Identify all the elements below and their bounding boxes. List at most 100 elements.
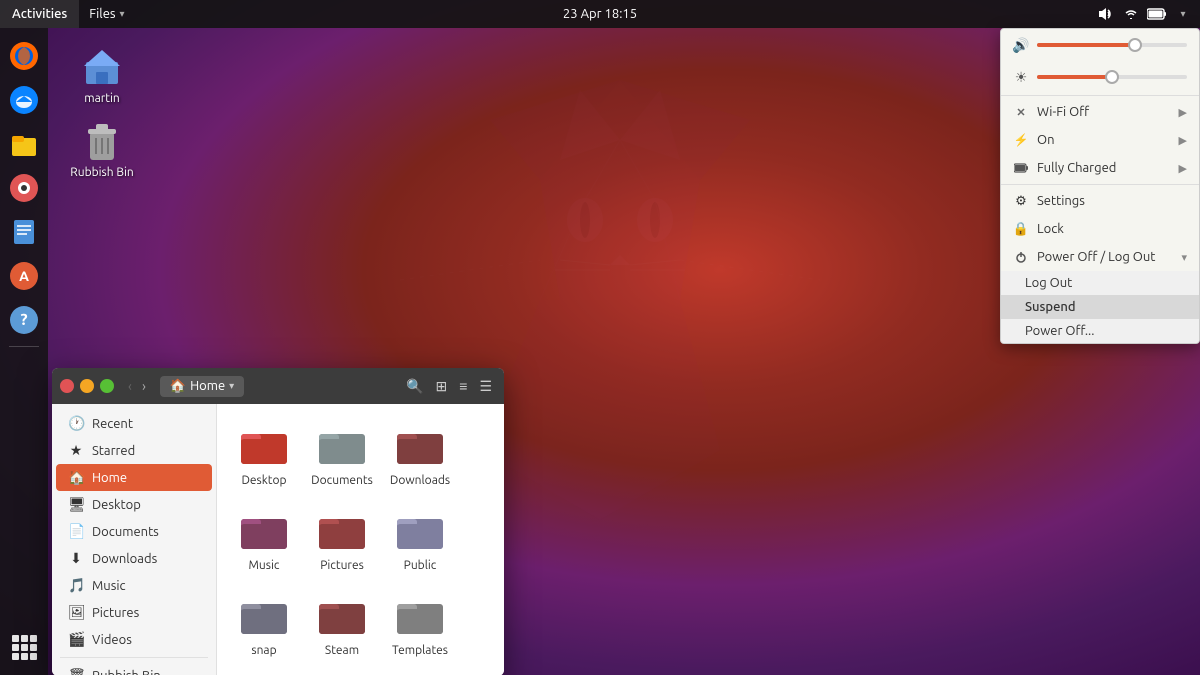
desktop-sidebar-label: Desktop: [92, 498, 141, 512]
file-content: Desktop Documents: [217, 404, 504, 675]
file-grid: Desktop Documents: [229, 416, 492, 675]
battery-menu-item[interactable]: Fully Charged ▶: [1001, 154, 1199, 182]
wifi-menu-item[interactable]: Wi-Fi Off ▶: [1001, 98, 1199, 126]
poweroff-label: Power Off...: [1025, 324, 1094, 338]
window-close-button[interactable]: ✕: [60, 379, 74, 393]
folder-desktop-label: Desktop: [241, 474, 286, 487]
volume-slider[interactable]: [1037, 43, 1187, 47]
suspend-item[interactable]: Suspend: [1001, 295, 1199, 319]
desktop-icon-trash[interactable]: Rubbish Bin: [62, 112, 142, 183]
nav-forward-button[interactable]: ›: [138, 376, 150, 396]
settings-menu-item[interactable]: ⚙ Settings: [1001, 187, 1199, 215]
volume-slider-icon: 🔊: [1013, 37, 1029, 53]
folder-documents-label: Documents: [311, 474, 373, 487]
sidebar-item-desktop[interactable]: 🖥 Desktop: [56, 491, 212, 518]
system-menu-arrow-icon[interactable]: ▾: [1172, 3, 1194, 25]
sidebar-item-home[interactable]: 🏠 Home: [56, 464, 212, 491]
dock-item-rhythmbox[interactable]: [4, 168, 44, 208]
titlebar-location[interactable]: 🏠 Home ▾: [160, 376, 244, 397]
folder-templates[interactable]: Templates: [385, 586, 455, 663]
files-label: Files: [89, 7, 115, 21]
recent-icon: 🕐: [68, 415, 84, 432]
window-maximize-button[interactable]: +: [100, 379, 114, 393]
activities-label: Activities: [12, 7, 67, 21]
folder-videos[interactable]: Videos: [229, 671, 299, 675]
search-tool-button[interactable]: 🔍: [402, 375, 427, 398]
titlebar-nav: ‹ ›: [124, 376, 150, 396]
folder-public[interactable]: Public: [385, 501, 455, 578]
folder-music-icon: [240, 507, 288, 555]
dock-item-appgrid[interactable]: [4, 627, 44, 667]
bluetooth-menu-item[interactable]: ⚡ On ▶: [1001, 126, 1199, 154]
volume-icon[interactable]: [1094, 3, 1116, 25]
folder-snap[interactable]: snap: [229, 586, 299, 663]
location-home-icon: 🏠: [170, 379, 186, 394]
topbar: Activities Files ▾ 23 Apr 18:15 ▾: [0, 0, 1200, 28]
dock-item-writer[interactable]: [4, 212, 44, 252]
home-icon-label: martin: [84, 92, 120, 105]
window-minimize-button[interactable]: −: [80, 379, 94, 393]
folder-pictures[interactable]: Pictures: [307, 501, 377, 578]
folder-documents-icon: [318, 422, 366, 470]
titlebar-tools: 🔍 ⊞ ≡ ☰: [402, 375, 496, 398]
dock: A ?: [0, 28, 48, 675]
documents-sidebar-icon: 📄: [68, 523, 84, 540]
file-manager-titlebar: ✕ − + ‹ › 🏠 Home ▾ 🔍 ⊞ ≡ ☰: [52, 368, 504, 404]
sidebar-item-downloads[interactable]: ⬇ Downloads: [56, 545, 212, 572]
power-icon: [1013, 249, 1029, 265]
folder-templates-icon: [396, 592, 444, 640]
dock-item-files[interactable]: [4, 124, 44, 164]
suspend-label: Suspend: [1025, 300, 1076, 314]
activities-button[interactable]: Activities: [0, 0, 79, 28]
files-menu-button[interactable]: Files ▾: [79, 0, 134, 28]
dock-item-appcenter[interactable]: A: [4, 256, 44, 296]
folder-desktop[interactable]: Desktop: [229, 416, 299, 493]
view-list-button[interactable]: ≡: [455, 375, 471, 397]
power-label: Power Off / Log Out: [1037, 250, 1155, 264]
folder-snap-icon: [240, 592, 288, 640]
battery-menu-icon: [1013, 160, 1029, 176]
pictures-sidebar-icon: 🖼: [68, 604, 84, 621]
battery-icon[interactable]: [1146, 3, 1168, 25]
desktop: Activities Files ▾ 23 Apr 18:15 ▾: [0, 0, 1200, 675]
brightness-slider[interactable]: [1037, 75, 1187, 79]
location-arrow-icon: ▾: [229, 380, 234, 392]
home-sidebar-label: Home: [92, 471, 127, 485]
folder-downloads[interactable]: Downloads: [385, 416, 455, 493]
sidebar-item-videos[interactable]: 🎬 Videos: [56, 626, 212, 653]
file-sidebar: 🕐 Recent ★ Starred 🏠 Home 🖥 Desktop 📄: [52, 404, 217, 675]
folder-documents[interactable]: Documents: [307, 416, 377, 493]
settings-icon: ⚙: [1013, 193, 1029, 209]
power-menu-item[interactable]: Power Off / Log Out ▾: [1001, 243, 1199, 271]
folder-music[interactable]: Music: [229, 501, 299, 578]
logout-item[interactable]: Log Out: [1001, 271, 1199, 295]
view-options-button[interactable]: ☰: [475, 375, 496, 398]
sidebar-item-pictures[interactable]: 🖼 Pictures: [56, 599, 212, 626]
power-arrow-icon: ▾: [1181, 251, 1187, 264]
folder-steam[interactable]: Steam: [307, 586, 377, 663]
svg-text:?: ?: [20, 311, 27, 329]
poweroff-item[interactable]: Power Off...: [1001, 319, 1199, 343]
sidebar-item-starred[interactable]: ★ Starred: [56, 437, 212, 464]
dock-item-help[interactable]: ?: [4, 300, 44, 340]
nav-back-button[interactable]: ‹: [124, 376, 136, 396]
desktop-icon-home[interactable]: martin: [62, 38, 142, 109]
downloads-sidebar-icon: ⬇: [68, 550, 84, 567]
sidebar-item-documents[interactable]: 📄 Documents: [56, 518, 212, 545]
sidebar-divider: [60, 657, 208, 658]
sidebar-item-recent[interactable]: 🕐 Recent: [56, 410, 212, 437]
brightness-row: ☀: [1001, 61, 1199, 93]
svg-text:A: A: [19, 268, 29, 284]
dock-item-firefox[interactable]: [4, 36, 44, 76]
folder-music-label: Music: [249, 559, 280, 572]
dock-separator: [9, 346, 39, 347]
folder-public-icon: [396, 507, 444, 555]
lock-menu-item[interactable]: 🔒 Lock: [1001, 215, 1199, 243]
network-icon[interactable]: [1120, 3, 1142, 25]
music-sidebar-icon: 🎵: [68, 577, 84, 594]
sidebar-item-music[interactable]: 🎵 Music: [56, 572, 212, 599]
dock-item-thunderbird[interactable]: [4, 80, 44, 120]
view-grid-button[interactable]: ⊞: [432, 375, 452, 398]
wifi-arrow-icon: ▶: [1179, 106, 1187, 119]
sidebar-item-trash[interactable]: 🗑 Rubbish Bin: [56, 662, 212, 675]
